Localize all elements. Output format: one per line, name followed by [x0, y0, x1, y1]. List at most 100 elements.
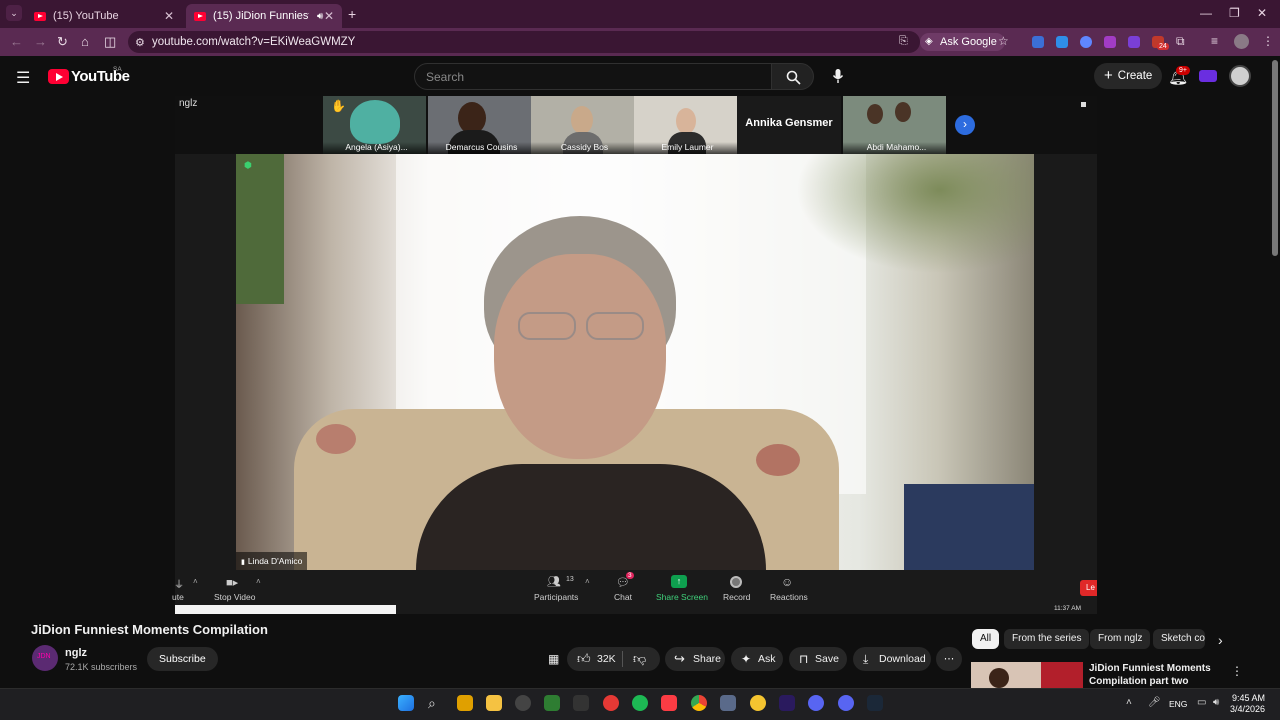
side-panel-icon[interactable]: ◫: [104, 34, 116, 50]
search-button[interactable]: [771, 63, 814, 90]
app-icon[interactable]: [750, 695, 766, 711]
save-button[interactable]: ⊓ Save: [789, 647, 847, 671]
file-explorer-icon[interactable]: [486, 695, 502, 711]
video-player[interactable]: nglz ✋ Angela (Asiya)... Demarcus Cousin…: [175, 96, 1097, 614]
extension-icon[interactable]: [1080, 36, 1092, 48]
more-actions-button[interactable]: ⋯: [936, 647, 962, 671]
app-icon[interactable]: [720, 695, 736, 711]
account-avatar[interactable]: [1229, 65, 1251, 87]
music-icon[interactable]: [661, 695, 677, 711]
exm-icon[interactable]: [573, 695, 589, 711]
chrome-icon[interactable]: [691, 695, 707, 711]
thumbs-up-icon[interactable]: 👍︎: [577, 647, 591, 671]
minimize-icon[interactable]: —: [1200, 6, 1212, 20]
leave-button[interactable]: Le: [1080, 580, 1097, 596]
premium-icon[interactable]: [1199, 70, 1217, 82]
share-button[interactable]: ↪ Share: [665, 647, 725, 671]
after-effects-icon[interactable]: [779, 695, 795, 711]
mute-icon[interactable]: ⏚: [174, 576, 184, 591]
tab-search-icon[interactable]: ⌄: [6, 5, 22, 21]
tab-youtube-home[interactable]: (15) YouTube ✕: [26, 4, 182, 28]
next-video-thumbnail[interactable]: [971, 662, 1083, 688]
taskbar-search-icon[interactable]: ⌕: [428, 695, 436, 712]
home-icon[interactable]: ⌂: [81, 34, 89, 49]
network-icon[interactable]: ▭: [1197, 697, 1206, 708]
next-participants-icon[interactable]: ›: [955, 115, 975, 135]
stop-video-label[interactable]: Stop Video: [214, 592, 255, 602]
create-button[interactable]: + Create: [1094, 63, 1163, 89]
ask-google-button[interactable]: ◈ Ask Google: [920, 33, 1005, 51]
tab-current-video[interactable]: (15) JiDion Funniest Mome 🔊︎ ✕: [186, 4, 342, 28]
tab-audio-icon[interactable]: 🔊︎: [317, 11, 323, 22]
chevron-up-icon[interactable]: ˄: [585, 577, 590, 586]
windows-start-icon[interactable]: [398, 695, 414, 711]
extensions-puzzle-icon[interactable]: ⧉: [1176, 34, 1185, 49]
thumbs-down-icon[interactable]: 👎︎: [633, 647, 646, 671]
reactions-icon[interactable]: ☺: [781, 575, 793, 589]
discord-icon[interactable]: [838, 695, 854, 711]
language-indicator[interactable]: ENG: [1169, 699, 1187, 709]
video-menu-icon[interactable]: ⋮: [1231, 664, 1243, 678]
share-screen-label[interactable]: Share Screen: [656, 592, 708, 602]
participants-label[interactable]: Participants: [534, 592, 578, 602]
search-input[interactable]: [414, 63, 772, 90]
restore-icon[interactable]: ❐: [1229, 6, 1240, 20]
plex-icon[interactable]: [457, 695, 473, 711]
discord-icon[interactable]: [808, 695, 824, 711]
chevron-up-icon[interactable]: ˄: [256, 577, 261, 586]
extension-icon[interactable]: [1104, 36, 1116, 48]
extension-icon[interactable]: [1056, 36, 1068, 48]
volume-icon[interactable]: 🔊︎: [1213, 697, 1219, 708]
record-label[interactable]: Record: [723, 592, 750, 602]
new-tab-icon[interactable]: +: [348, 6, 356, 22]
channel-avatar[interactable]: JDN: [32, 645, 58, 671]
forward-icon[interactable]: →: [34, 34, 47, 49]
chip-all[interactable]: All: [972, 629, 1000, 649]
media-player-icon[interactable]: [603, 695, 619, 711]
chips-next-icon[interactable]: ›: [1218, 632, 1223, 648]
like-count[interactable]: 32K: [597, 647, 616, 671]
chatgpt-icon[interactable]: [515, 695, 531, 711]
chip-from-channel[interactable]: From nglz: [1090, 629, 1151, 649]
tab-close-icon[interactable]: ✕: [324, 9, 334, 23]
channel-name[interactable]: nglz: [65, 647, 87, 659]
extension-icon[interactable]: [1128, 36, 1140, 48]
record-icon[interactable]: [730, 576, 742, 588]
bookmark-star-icon[interactable]: ☆: [998, 34, 1009, 48]
youtube-logo-icon[interactable]: [48, 69, 69, 84]
page-scrollbar[interactable]: [1272, 60, 1278, 256]
window-close-icon[interactable]: ✕: [1257, 6, 1267, 20]
share-screen-icon[interactable]: ↑: [671, 575, 687, 588]
reactions-label[interactable]: Reactions: [770, 592, 808, 602]
excel-icon[interactable]: [544, 695, 560, 711]
chip-sketch-comedy[interactable]: Sketch co: [1153, 629, 1205, 649]
next-video-title[interactable]: JiDion Funniest Moments Compilation part…: [1089, 662, 1225, 688]
chevron-up-icon[interactable]: ˄: [193, 577, 198, 586]
chat-label[interactable]: Chat: [614, 592, 632, 602]
tab-close-icon[interactable]: ✕: [164, 9, 174, 23]
microphone-tray-icon[interactable]: 🎤︎: [1148, 697, 1161, 708]
url-text[interactable]: youtube.com/watch?v=EKiWeaGWMZY: [152, 36, 355, 48]
progress-bar[interactable]: [175, 605, 396, 614]
download-button[interactable]: ⤓ Download: [853, 647, 931, 671]
chrome-menu-icon[interactable]: ⋮: [1262, 34, 1274, 48]
participants-icon[interactable]: 👥︎: [547, 575, 561, 588]
chip-from-series[interactable]: From the series: [1004, 629, 1090, 649]
menu-hamburger-icon[interactable]: ☰: [16, 68, 30, 88]
extension-icon[interactable]: [1032, 36, 1044, 48]
ask-button[interactable]: ✦ Ask: [731, 647, 783, 671]
site-info-icon[interactable]: ⚙: [135, 36, 145, 49]
profile-avatar[interactable]: [1234, 34, 1249, 49]
grid-icon[interactable]: ▦: [548, 652, 559, 666]
spotify-icon[interactable]: [632, 695, 648, 711]
cast-icon[interactable]: ⎘: [899, 35, 908, 48]
taskbar-clock[interactable]: 9:45 AM 3/4/2026: [1230, 693, 1265, 715]
steam-icon[interactable]: [867, 695, 883, 711]
back-icon[interactable]: ←: [10, 34, 23, 49]
media-control-icon[interactable]: ≡: [1211, 34, 1218, 48]
subscribe-button[interactable]: Subscribe: [147, 647, 218, 671]
tray-chevron-icon[interactable]: ˄: [1126, 697, 1132, 708]
voice-search-button[interactable]: [826, 64, 850, 88]
reload-icon[interactable]: ↻: [57, 34, 68, 50]
video-camera-icon[interactable]: ■▸: [226, 576, 238, 589]
